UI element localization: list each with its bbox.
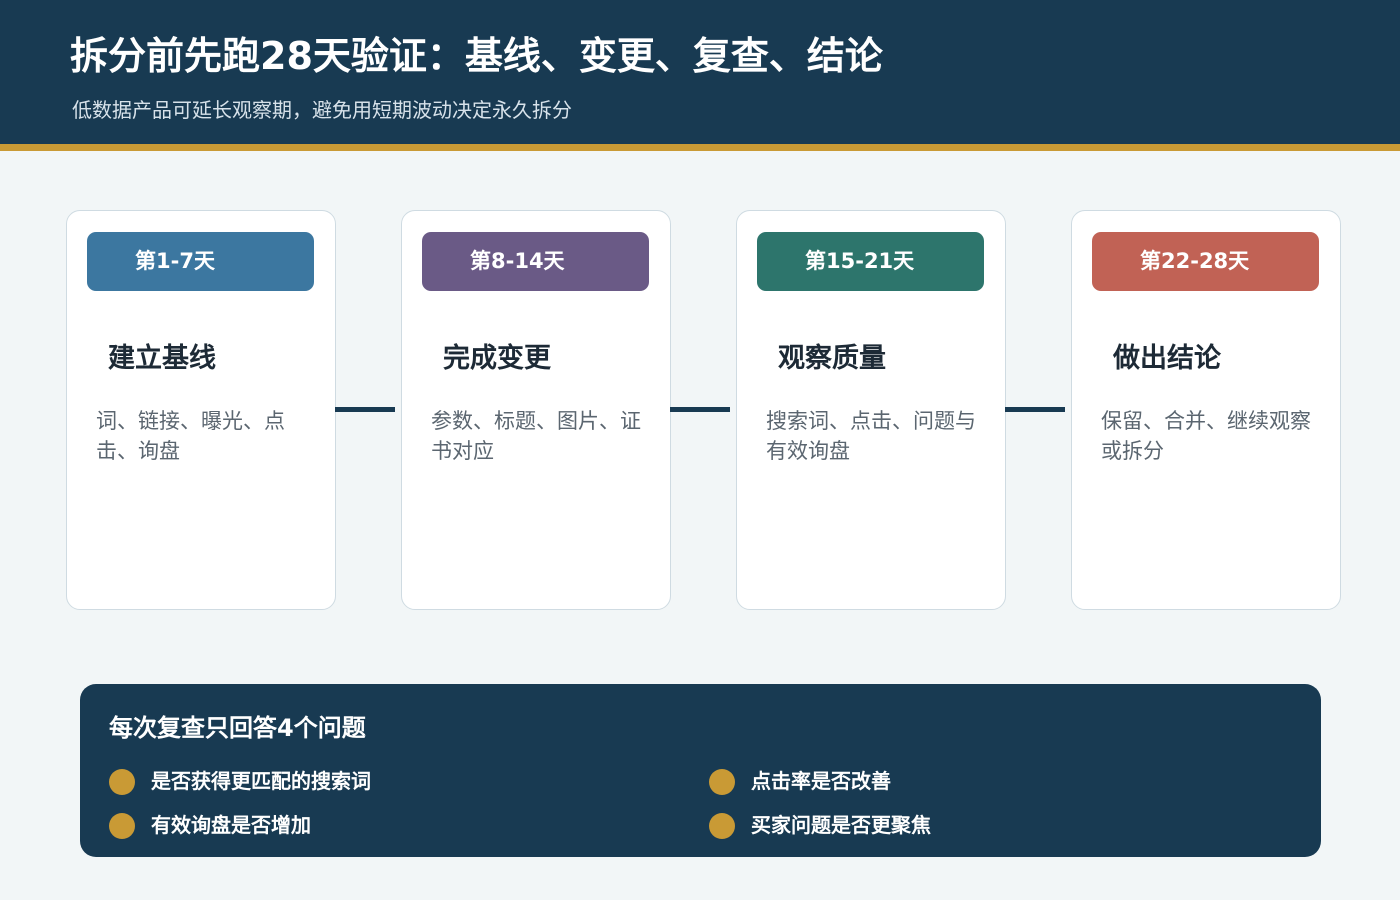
stage-name-1: 建立基线 bbox=[108, 343, 216, 374]
page-subtitle: 低数据产品可延长观察期，避免用短期波动决定永久拆分 bbox=[72, 98, 572, 122]
bullet-dot-icon bbox=[109, 813, 135, 839]
connector-1-2 bbox=[335, 407, 395, 412]
review-title: 每次复查只回答4个问题 bbox=[109, 714, 366, 742]
bullet-dot-icon bbox=[709, 813, 735, 839]
stage-badge-2: 第8-14天 bbox=[422, 232, 649, 291]
stage-name-4: 做出结论 bbox=[1113, 343, 1221, 374]
review-questions-panel: 每次复查只回答4个问题 是否获得更匹配的搜索词 点击率是否改善 有效询盘是否增加… bbox=[80, 684, 1321, 857]
stage-description-4: 保留、合并、继续观察或拆分 bbox=[1101, 409, 1311, 463]
stage-badge-1: 第1-7天 bbox=[87, 232, 314, 291]
review-question-text: 点击率是否改善 bbox=[751, 769, 891, 793]
stage-description-2: 参数、标题、图片、证书对应 bbox=[431, 409, 641, 463]
stage-description-3: 搜索词、点击、问题与有效询盘 bbox=[766, 409, 976, 463]
stage-card-1: 第1-7天 建立基线 词、链接、曝光、点击、询盘 bbox=[66, 210, 336, 610]
header-accent-stripe bbox=[0, 144, 1400, 151]
review-question-text: 买家问题是否更聚焦 bbox=[751, 813, 931, 837]
stage-card-4: 第22-28天 做出结论 保留、合并、继续观察或拆分 bbox=[1071, 210, 1341, 610]
stage-description-1: 词、链接、曝光、点击、询盘 bbox=[96, 409, 285, 463]
connector-2-3 bbox=[670, 407, 730, 412]
review-question-text: 是否获得更匹配的搜索词 bbox=[151, 769, 371, 793]
bullet-dot-icon bbox=[709, 769, 735, 795]
review-question-text: 有效询盘是否增加 bbox=[151, 813, 311, 837]
stage-name-3: 观察质量 bbox=[778, 343, 886, 374]
page-title: 拆分前先跑28天验证：基线、变更、复查、结论 bbox=[70, 34, 883, 78]
stage-badge-4: 第22-28天 bbox=[1092, 232, 1319, 291]
stage-card-3: 第15-21天 观察质量 搜索词、点击、问题与有效询盘 bbox=[736, 210, 1006, 610]
stage-card-2: 第8-14天 完成变更 参数、标题、图片、证书对应 bbox=[401, 210, 671, 610]
connector-3-4 bbox=[1005, 407, 1065, 412]
header: 拆分前先跑28天验证：基线、变更、复查、结论 低数据产品可延长观察期，避免用短期… bbox=[0, 0, 1400, 144]
bullet-dot-icon bbox=[109, 769, 135, 795]
stage-name-2: 完成变更 bbox=[443, 343, 551, 374]
stage-badge-3: 第15-21天 bbox=[757, 232, 984, 291]
